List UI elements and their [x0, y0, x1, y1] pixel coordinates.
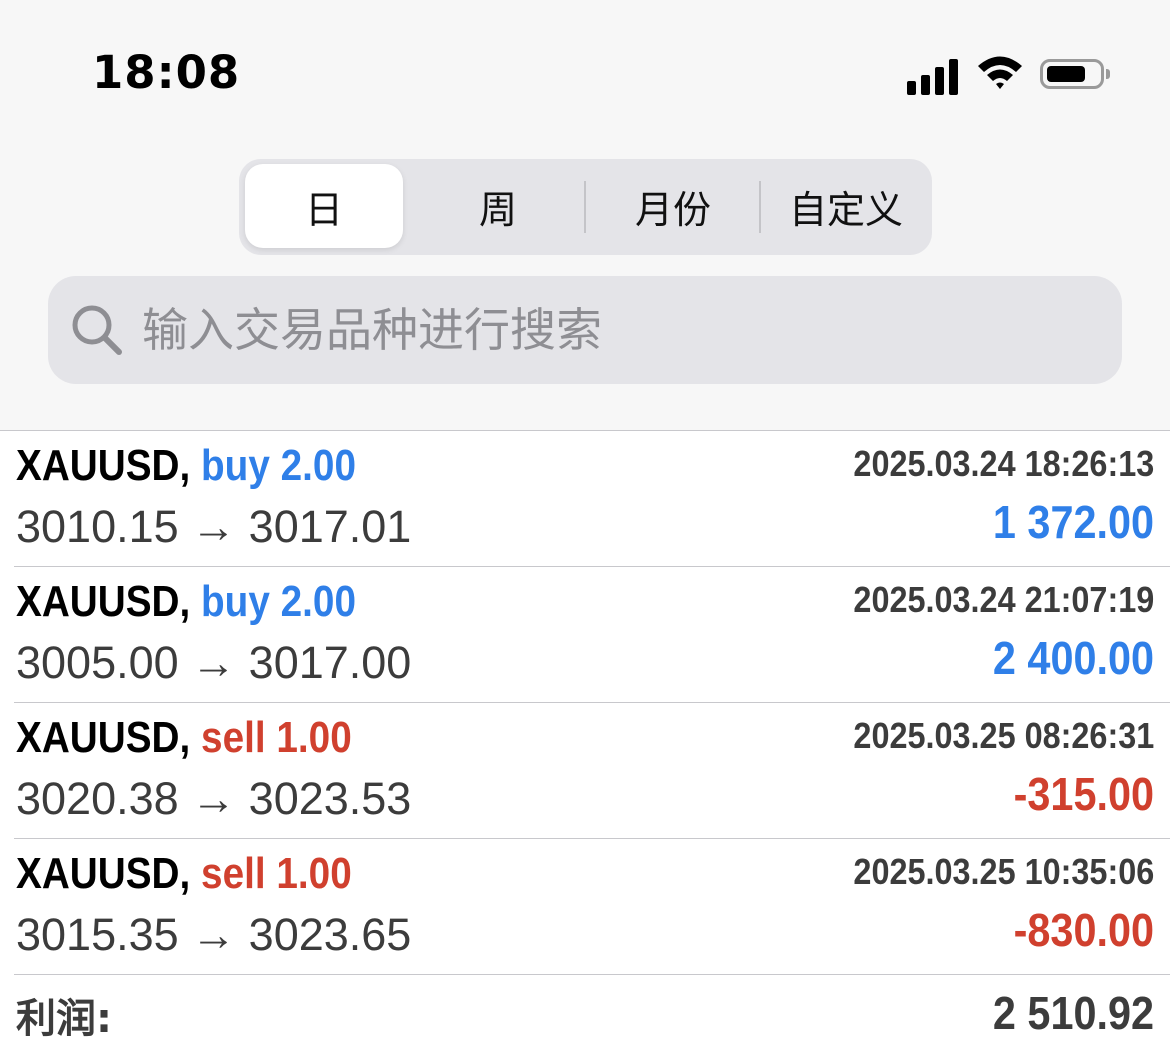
tab-month[interactable]: 月份 [589, 164, 757, 248]
period-segmented-control: 日 周 月份 自定义 [239, 159, 932, 255]
deal-prices: 3005.00 → 3017.00 [16, 637, 412, 688]
deal-type: buy 2.00 [201, 577, 356, 626]
deal-type: buy 2.00 [201, 441, 356, 490]
search-bar[interactable] [48, 276, 1122, 384]
tab-custom-label: 自定义 [788, 187, 903, 232]
deal-type: sell 1.00 [201, 713, 352, 762]
deal-time: 2025.03.24 18:26:13 [853, 443, 1154, 484]
deal-row[interactable]: XAUUSD, buy 2.00 2025.03.24 18:26:13 301… [14, 431, 1170, 567]
deal-symbol-line: XAUUSD, sell 1.00 [16, 713, 352, 763]
tab-day-label: 日 [304, 187, 343, 232]
deal-symbol-line: XAUUSD, buy 2.00 [16, 441, 356, 491]
header-area: 18:08 日 周 月份 自定义 [0, 0, 1170, 431]
deal-time: 2025.03.25 10:35:06 [853, 851, 1154, 892]
profit-summary: 利润: 2 510.92 [14, 986, 1154, 1046]
profit-value: 2 510.92 [992, 987, 1154, 1039]
tab-week[interactable]: 周 [414, 164, 582, 248]
deal-prices: 3020.38 → 3023.53 [16, 773, 412, 824]
deal-symbol: XAUUSD, [16, 577, 191, 626]
deal-row[interactable]: XAUUSD, sell 1.00 2025.03.25 10:35:06 30… [14, 839, 1170, 975]
deal-prices: 3015.35 → 3023.65 [16, 909, 412, 960]
tab-week-label: 周 [478, 187, 517, 232]
search-input[interactable] [142, 276, 1102, 384]
deal-row[interactable]: XAUUSD, buy 2.00 2025.03.24 21:07:19 300… [14, 567, 1170, 703]
deal-symbol-line: XAUUSD, sell 1.00 [16, 849, 352, 899]
deal-symbol: XAUUSD, [16, 849, 191, 898]
deal-profit: 2 400.00 [992, 632, 1154, 684]
deal-profit: 1 372.00 [992, 496, 1154, 548]
deal-time: 2025.03.25 08:26:31 [853, 715, 1154, 756]
deal-profit: -830.00 [1013, 904, 1154, 956]
tab-month-label: 月份 [634, 187, 711, 232]
deal-time: 2025.03.24 21:07:19 [853, 579, 1154, 620]
status-time: 18:08 [92, 46, 241, 99]
profit-label: 利润: [16, 996, 112, 1042]
deal-profit: -315.00 [1013, 768, 1154, 820]
wifi-icon [978, 56, 1022, 89]
deal-prices: 3010.15 → 3017.01 [16, 501, 412, 552]
deal-symbol: XAUUSD, [16, 713, 191, 762]
deal-type: sell 1.00 [201, 849, 352, 898]
battery-icon [1040, 59, 1104, 89]
deal-symbol: XAUUSD, [16, 441, 191, 490]
segment-divider [584, 181, 586, 233]
cellular-signal-icon [905, 55, 961, 95]
tab-day[interactable]: 日 [245, 164, 403, 248]
segment-divider [759, 181, 761, 233]
deal-row[interactable]: XAUUSD, sell 1.00 2025.03.25 08:26:31 30… [14, 703, 1170, 839]
search-icon [72, 305, 122, 355]
tab-custom[interactable]: 自定义 [763, 164, 929, 248]
deal-symbol-line: XAUUSD, buy 2.00 [16, 577, 356, 627]
deals-list: XAUUSD, buy 2.00 2025.03.24 18:26:13 301… [0, 431, 1170, 975]
